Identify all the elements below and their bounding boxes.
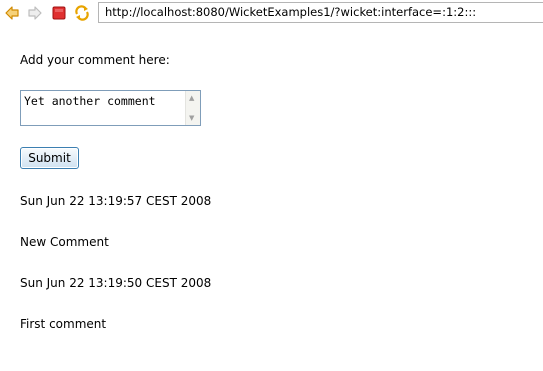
back-arrow-icon[interactable] [4,5,20,21]
scroll-up-icon[interactable]: ▲ [189,94,194,102]
submit-button[interactable]: Submit [20,147,79,169]
comment-prompt-label: Add your comment here: [20,53,170,67]
comment-textarea-value[interactable]: Yet another comment [24,94,156,108]
comment-date: Sun Jun 22 13:19:50 CEST 2008 [20,276,212,290]
textarea-scrollbar[interactable]: ▲ ▼ [185,91,200,125]
scroll-down-icon[interactable]: ▼ [189,114,194,122]
refresh-icon[interactable] [74,5,90,21]
forward-arrow-icon[interactable] [27,5,43,21]
comment-date: Sun Jun 22 13:19:57 CEST 2008 [20,194,212,208]
comment-text: New Comment [20,235,109,249]
comment-text: First comment [20,317,107,331]
comment-textarea[interactable]: Yet another comment ▲ ▼ [20,90,201,126]
address-bar[interactable]: http://localhost:8080/WicketExamples1/?w… [98,2,543,23]
stop-icon[interactable] [51,5,67,21]
browser-toolbar: http://localhost:8080/WicketExamples1/?w… [0,0,543,27]
